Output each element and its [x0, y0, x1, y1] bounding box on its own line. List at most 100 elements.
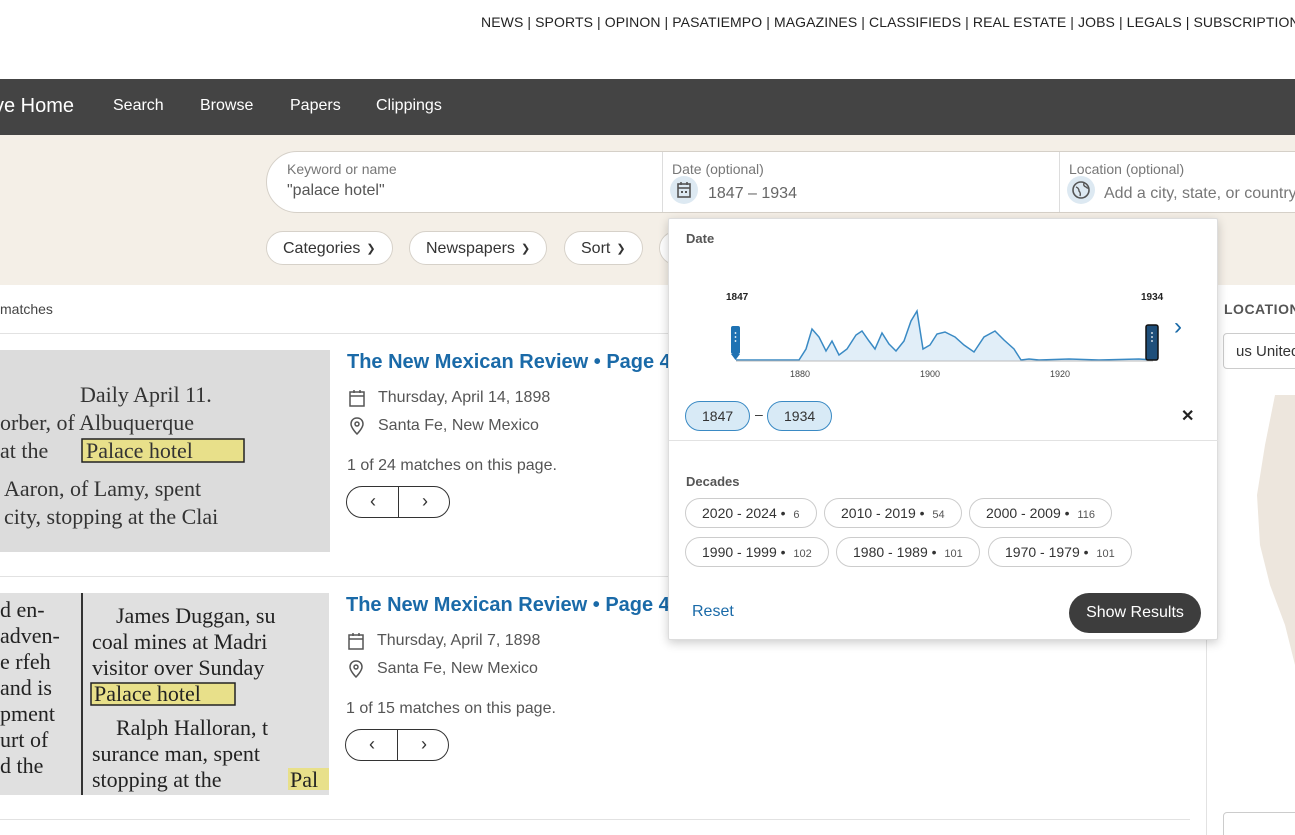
start-marker-label: 1847	[726, 292, 749, 303]
decade-label: 2000 - 2009	[986, 505, 1061, 521]
handle-body	[731, 326, 740, 354]
decade-chip[interactable]: 2020 - 2024 • 6	[685, 498, 817, 528]
location-pin-icon	[349, 660, 363, 678]
calendar-icon	[670, 176, 698, 204]
decade-count: 101	[944, 548, 963, 560]
decade-chip[interactable]: 1980 - 1989 • 101	[836, 537, 980, 567]
nav-clippings[interactable]: Clippings	[376, 97, 442, 115]
nav-papers[interactable]: Papers	[290, 97, 341, 115]
x-tick-label: 1900	[920, 369, 940, 379]
brand-title[interactable]: ve Home	[0, 95, 74, 118]
snippet-line: and is	[0, 675, 52, 700]
decade-label: 2010 - 2019	[841, 505, 916, 521]
decades-title: Decades	[686, 474, 740, 489]
calendar-icon	[349, 390, 365, 407]
sidebar-divider	[1206, 640, 1207, 835]
decade-label: 2020 - 2024	[702, 505, 777, 521]
snippet-line: Daily April 11.	[80, 382, 212, 407]
chevron-down-icon: ❯	[520, 243, 531, 255]
calendar-icon	[348, 633, 364, 650]
snippet-line: Aaron, of Lamy, spent	[4, 476, 201, 501]
snippet-highlight: Pal	[290, 767, 318, 792]
next-match-button[interactable]: ›	[398, 730, 450, 760]
keyword-field[interactable]: Keyword or name "palace hotel"	[267, 152, 662, 212]
date-picker-title: Date	[686, 231, 715, 246]
date-picker-popup: Date 1847 1934 1880 1900 1920 › 1847 – 1…	[668, 218, 1218, 640]
snippet-line: adven-	[0, 623, 60, 648]
start-year-chip[interactable]: 1847	[685, 401, 751, 431]
snippet-line: orber, of Albuquerque	[0, 410, 194, 435]
end-year-chip[interactable]: 1934	[767, 401, 833, 431]
show-results-button[interactable]: Show Results	[1069, 593, 1201, 633]
location-input[interactable]: Add a city, state, or country	[1104, 185, 1295, 203]
newspapers-dropdown[interactable]: Newspapers ❯	[409, 231, 548, 265]
decade-chip[interactable]: 1990 - 1999 • 102	[685, 537, 829, 567]
nav-browse[interactable]: Browse	[200, 97, 253, 115]
decade-count: 54	[932, 509, 945, 521]
sort-label: Sort	[581, 240, 611, 257]
decade-chip[interactable]: 2010 - 2019 • 54	[824, 498, 962, 528]
chevron-down-icon: ❯	[616, 243, 626, 255]
keyword-input[interactable]: "palace hotel"	[287, 182, 385, 200]
matches-count: matches	[0, 301, 53, 317]
decade-chip[interactable]: 1970 - 1979 • 101	[988, 537, 1132, 567]
decade-label: 1980 - 1989	[853, 544, 928, 560]
result-thumbnail[interactable]: d en- adven- e rfeh and is pment urt of …	[0, 593, 329, 795]
snippet-highlight: Palace hotel	[94, 681, 201, 706]
location-field[interactable]: Location (optional) Add a city, state, o…	[1060, 152, 1295, 212]
sort-dropdown[interactable]: Sort ❯	[564, 231, 643, 265]
snippet-line: visitor over Sunday	[92, 655, 264, 680]
close-icon[interactable]: ✕	[1181, 406, 1194, 426]
snippet-line: urt of	[0, 727, 49, 752]
decade-count: 116	[1077, 509, 1095, 521]
result-title[interactable]: The New Mexican Review • Page 4	[346, 594, 670, 617]
decade-count: 6	[793, 509, 800, 521]
categories-dropdown[interactable]: Categories ❯	[266, 231, 393, 265]
result-thumbnail[interactable]: Daily April 11. orber, of Albuquerque at…	[0, 350, 330, 552]
end-range-handle[interactable]	[1145, 324, 1159, 361]
location-heading: LOCATION	[1224, 301, 1295, 317]
popup-divider	[669, 440, 1218, 441]
date-field[interactable]: Date (optional) 1847 – 1934	[663, 152, 1059, 212]
divider	[0, 819, 1190, 820]
date-label: Date (optional)	[672, 161, 764, 177]
snippet-line: d en-	[0, 597, 45, 622]
top-nav[interactable]: NEWS | SPORTS | OPINON | PASATIEMPO | MA…	[481, 14, 1295, 30]
globe-icon	[1067, 176, 1095, 204]
next-match-button[interactable]: ›	[399, 487, 451, 517]
decade-label: 1990 - 1999	[702, 544, 777, 560]
map[interactable]	[1245, 395, 1295, 695]
handle-tip	[731, 354, 740, 360]
date-histogram[interactable]: 1847 1934 1880 1900 1920	[669, 279, 1219, 379]
prev-match-button[interactable]: ‹	[346, 730, 398, 760]
start-range-handle[interactable]	[731, 326, 740, 360]
snippet-line: Ralph Halloran, t	[116, 715, 268, 740]
location-label: Location (optional)	[1069, 161, 1185, 177]
snippet-line: city, stopping at the Clai	[4, 504, 218, 529]
result-matches: 1 of 15 matches on this page.	[346, 700, 556, 717]
end-marker-label: 1934	[1141, 292, 1164, 303]
result-title[interactable]: The New Mexican Review • Page 4	[347, 351, 671, 374]
categories-label: Categories	[283, 240, 361, 257]
reset-button[interactable]: Reset	[692, 603, 734, 621]
range-dash: –	[755, 406, 763, 422]
snippet-line: surance man, spent	[92, 741, 260, 766]
refine-box[interactable]	[1223, 812, 1295, 835]
decade-count: 102	[793, 548, 812, 560]
snippet-line: coal mines at Madri	[92, 629, 267, 654]
chevron-right-icon[interactable]: ›	[1174, 313, 1182, 341]
location-select[interactable]: us United	[1223, 333, 1295, 369]
newspapers-label: Newspapers	[426, 240, 515, 257]
result-matches: 1 of 24 matches on this page.	[347, 457, 557, 474]
date-input[interactable]: 1847 – 1934	[708, 185, 797, 203]
snippet-line: e rfeh	[0, 649, 51, 674]
prev-match-button[interactable]: ‹	[347, 487, 399, 517]
handle-body	[1145, 324, 1159, 361]
nav-search[interactable]: Search	[113, 97, 164, 115]
keyword-label: Keyword or name	[287, 161, 397, 177]
snippet-line: d the	[0, 753, 43, 778]
result-location: Santa Fe, New Mexico	[377, 660, 538, 677]
search-box: Keyword or name "palace hotel" Date (opt…	[266, 151, 1295, 213]
snippet-line: James Duggan, su	[116, 603, 275, 628]
decade-chip[interactable]: 2000 - 2009 • 116	[969, 498, 1112, 528]
